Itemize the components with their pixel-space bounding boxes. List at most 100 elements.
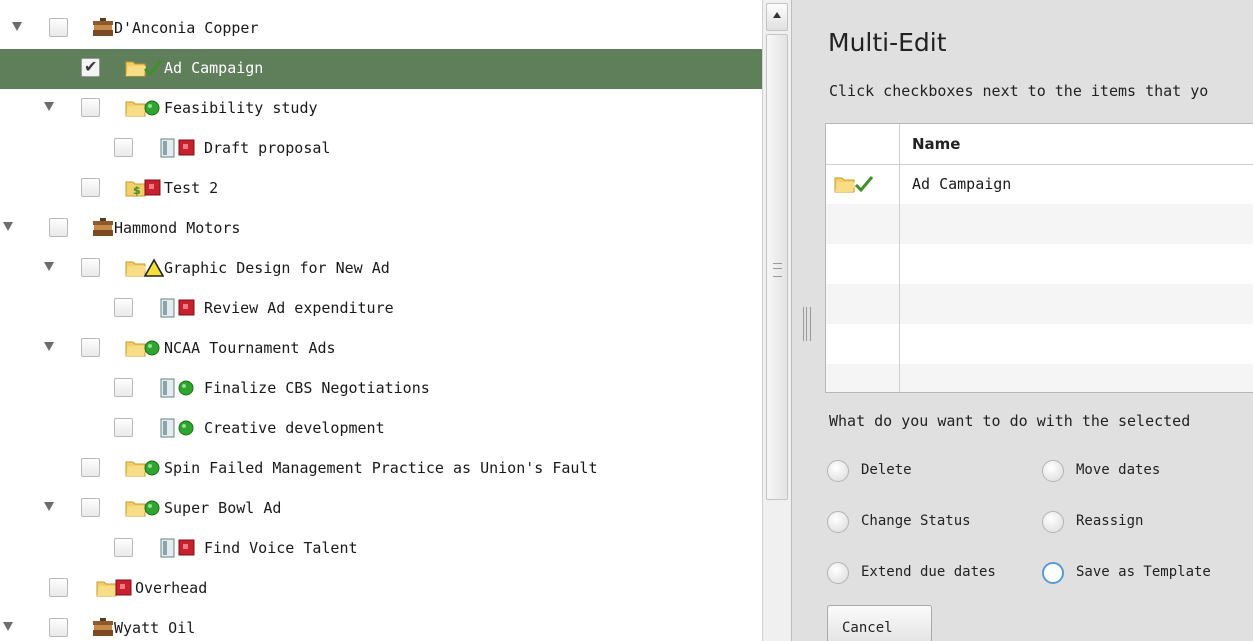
radio-circle[interactable]: [1042, 562, 1064, 584]
client-briefcase-icon: [92, 18, 113, 38]
radio-label: Delete: [861, 462, 912, 478]
grid-empty-row: [826, 244, 1253, 284]
cancel-button[interactable]: Cancel: [827, 605, 932, 641]
name-column-header[interactable]: Name: [912, 135, 960, 153]
row-checkbox[interactable]: [49, 578, 68, 597]
row-label: Wyatt Oil: [114, 619, 196, 637]
tree-row-finalize-cbs[interactable]: Finalize CBS Negotiations: [0, 369, 762, 409]
tree-row-hammond-motors[interactable]: Hammond Motors: [0, 209, 762, 249]
row-label: Test 2: [164, 179, 219, 197]
tree-row-creative-development[interactable]: Creative development: [0, 409, 762, 449]
radio-circle[interactable]: [827, 562, 849, 584]
grid-row[interactable]: Ad Campaign: [826, 164, 1253, 204]
radio-circle[interactable]: [827, 460, 849, 482]
radio-circle[interactable]: [1042, 511, 1064, 533]
red-status-icon: [115, 578, 135, 598]
expand-arrow-icon[interactable]: [44, 342, 54, 351]
row-checkbox[interactable]: [49, 18, 68, 37]
tree-row-find-voice-talent[interactable]: Find Voice Talent: [0, 529, 762, 569]
task-document-icon: [159, 418, 179, 438]
scroll-thumb[interactable]: [766, 34, 788, 500]
expand-arrow-icon[interactable]: [12, 22, 22, 31]
expand-arrow-icon[interactable]: [3, 622, 13, 631]
panel-splitter[interactable]: [792, 0, 820, 641]
red-status-icon: [144, 178, 164, 198]
folder-icon: [125, 58, 146, 78]
task-document-icon: [159, 298, 179, 318]
grid-empty-row: [826, 364, 1253, 392]
radio-label: Change Status: [861, 513, 971, 529]
expand-arrow-icon[interactable]: [44, 102, 54, 111]
folder-icon: [834, 174, 856, 198]
action-question: What do you want to do with the selected: [829, 412, 1191, 430]
radio-label: Extend due dates: [861, 564, 996, 580]
grid-header: Name: [826, 124, 1253, 165]
row-checkbox[interactable]: [114, 298, 133, 317]
tree-row-wyatt-oil[interactable]: Wyatt Oil: [0, 609, 762, 641]
tree-row-review-ad-expenditure[interactable]: Review Ad expenditure: [0, 289, 762, 329]
panel-title: Multi-Edit: [828, 28, 947, 57]
row-checkbox[interactable]: [81, 258, 100, 277]
row-label: Review Ad expenditure: [204, 299, 394, 317]
radio-circle[interactable]: [827, 511, 849, 533]
folder-icon: [125, 458, 146, 478]
row-checkbox[interactable]: [49, 618, 68, 637]
task-document-icon: [159, 378, 179, 398]
scroll-up-button[interactable]: [766, 3, 788, 31]
row-checkbox[interactable]: [114, 538, 133, 557]
row-checkbox[interactable]: [81, 178, 100, 197]
folder-icon: [96, 578, 117, 598]
row-checkbox[interactable]: [114, 418, 133, 437]
grid-row-name: Ad Campaign: [912, 175, 1012, 193]
tree-row-super-bowl-ad[interactable]: Super Bowl Ad: [0, 489, 762, 529]
expand-arrow-icon[interactable]: [3, 222, 13, 231]
row-label: D'Anconia Copper: [114, 19, 259, 37]
expand-arrow-icon[interactable]: [44, 262, 54, 271]
red-status-icon: [178, 138, 198, 158]
tree-row-spin-failed-management[interactable]: Spin Failed Management Practice as Union…: [0, 449, 762, 489]
money-folder-icon: $: [125, 178, 146, 198]
row-checkbox[interactable]: [81, 498, 100, 517]
green-status-icon: [144, 98, 164, 118]
tree-row-danconia-copper[interactable]: D'Anconia Copper: [0, 9, 762, 49]
tree-row-ncaa-tournament-ads[interactable]: NCAA Tournament Ads: [0, 329, 762, 369]
tree-row-feasibility-study[interactable]: Feasibility study: [0, 89, 762, 129]
green-status-icon: [178, 378, 198, 398]
folder-icon: [125, 338, 146, 358]
tree-row-draft-proposal[interactable]: Draft proposal: [0, 129, 762, 169]
row-label: Hammond Motors: [114, 219, 241, 237]
row-label: Finalize CBS Negotiations: [204, 379, 430, 397]
row-checkbox[interactable]: [81, 338, 100, 357]
row-checkbox[interactable]: [49, 218, 68, 237]
tree-row-graphic-design[interactable]: Graphic Design for New Ad: [0, 249, 762, 289]
row-label: Graphic Design for New Ad: [164, 259, 390, 277]
row-label: Draft proposal: [204, 139, 331, 157]
green-status-icon: [178, 418, 198, 438]
row-label: Super Bowl Ad: [164, 499, 282, 517]
row-checkbox[interactable]: [114, 378, 133, 397]
radio-label: Save as Template: [1076, 564, 1211, 580]
multi-edit-panel: Multi-Edit Click checkboxes next to the …: [820, 0, 1253, 641]
radio-circle[interactable]: [1042, 460, 1064, 482]
red-status-icon: [178, 538, 198, 558]
check-complete-icon: [143, 58, 163, 78]
client-briefcase-icon: [92, 218, 113, 238]
row-label: NCAA Tournament Ads: [164, 339, 336, 357]
row-checkbox[interactable]: [81, 57, 100, 77]
tree-row-ad-campaign[interactable]: Ad Campaign: [0, 49, 762, 89]
warning-triangle-icon: [143, 258, 165, 278]
row-checkbox[interactable]: [81, 458, 100, 477]
expand-arrow-icon[interactable]: [44, 502, 54, 511]
row-label: Find Voice Talent: [204, 539, 358, 557]
svg-text:$: $: [133, 184, 141, 197]
client-briefcase-icon: [92, 618, 113, 638]
row-checkbox[interactable]: [114, 138, 133, 157]
grid-empty-row: [826, 204, 1253, 244]
tree-scrollbar[interactable]: [762, 0, 792, 641]
row-checkbox[interactable]: [81, 98, 100, 117]
tree-row-overhead[interactable]: Overhead: [0, 569, 762, 609]
splitter-grip-icon: [803, 307, 811, 341]
tree-row-test-2[interactable]: $ Test 2: [0, 169, 762, 209]
radio-label: Reassign: [1076, 513, 1144, 529]
green-status-icon: [144, 338, 164, 358]
